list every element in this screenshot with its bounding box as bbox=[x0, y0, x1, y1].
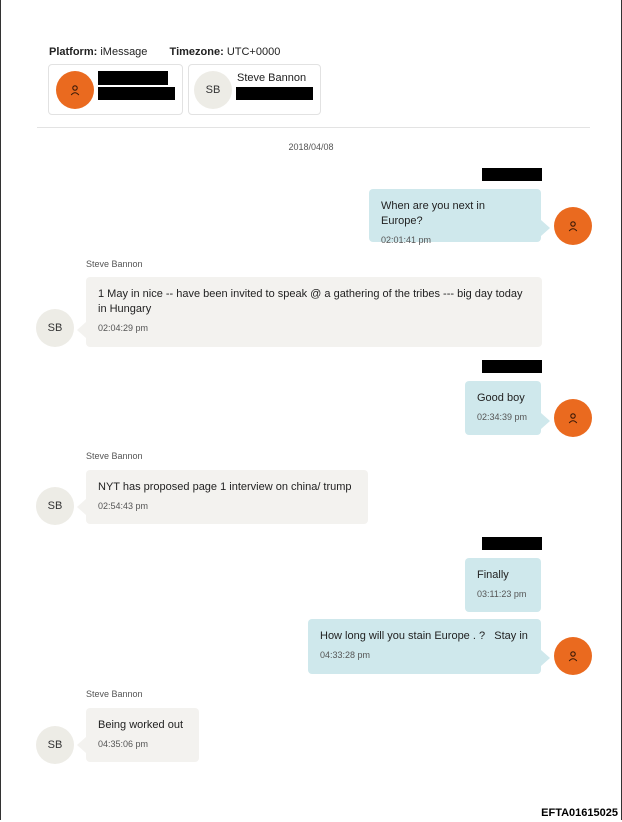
sender-name: Steve Bannon bbox=[86, 451, 143, 461]
message-timestamp: 02:01:41 pm bbox=[381, 235, 432, 245]
user-avatar bbox=[554, 399, 592, 437]
document-id: EFTA01615025 bbox=[541, 807, 618, 819]
message-text: When are you next in Europe? bbox=[381, 200, 485, 227]
message-bubble-outgoing: When are you next in Europe? 02:01:41 pm bbox=[369, 189, 541, 245]
platform-label: Platform: bbox=[49, 46, 98, 58]
divider bbox=[37, 127, 590, 128]
message-bubble-outgoing: How long will you stain Europe . ? Stay … bbox=[308, 619, 541, 674]
message-timestamp: 02:04:29 pm bbox=[98, 323, 149, 333]
redaction-bar bbox=[98, 71, 168, 85]
person-icon bbox=[567, 220, 579, 232]
participant-avatar-user bbox=[56, 71, 94, 109]
message-bubble-outgoing: Finally 03:11:23 pm bbox=[465, 558, 541, 612]
conversation-meta: Platform: iMessage Timezone: UTC+0000 bbox=[49, 46, 280, 58]
message-bubble-outgoing: Good boy 02:34:39 pm bbox=[465, 381, 541, 435]
person-icon bbox=[69, 84, 81, 96]
redacted-sender-name bbox=[482, 168, 542, 181]
message-bubble-incoming: 1 May in nice -- have been invited to sp… bbox=[86, 277, 542, 347]
participant-avatar-sb: SB bbox=[194, 71, 232, 109]
participant-card-steve-bannon: SB Steve Bannon bbox=[188, 64, 321, 115]
message-timestamp: 04:33:28 pm bbox=[320, 650, 371, 660]
redaction-bar bbox=[98, 87, 175, 100]
redaction-bar bbox=[236, 87, 313, 100]
sender-name: Steve Bannon bbox=[86, 259, 143, 269]
message-text: How long will you stain Europe . ? Stay … bbox=[320, 630, 528, 642]
message-text: Being worked out bbox=[98, 719, 183, 731]
person-icon bbox=[567, 412, 579, 424]
message-timestamp: 04:35:06 pm bbox=[98, 739, 149, 749]
message-bubble-incoming: NYT has proposed page 1 interview on chi… bbox=[86, 470, 368, 524]
contact-avatar-sb: SB bbox=[36, 487, 74, 525]
message-timestamp: 03:11:23 pm bbox=[477, 589, 527, 599]
message-timestamp: 02:54:43 pm bbox=[98, 501, 149, 511]
contact-avatar-sb: SB bbox=[36, 309, 74, 347]
contact-avatar-sb: SB bbox=[36, 726, 74, 764]
user-avatar bbox=[554, 207, 592, 245]
message-timestamp: 02:34:39 pm bbox=[477, 412, 528, 422]
participant-name: Steve Bannon bbox=[237, 72, 307, 84]
person-icon bbox=[567, 650, 579, 662]
message-text: Good boy bbox=[477, 392, 525, 404]
redacted-sender-name bbox=[482, 537, 542, 550]
timezone-label: Timezone: bbox=[169, 46, 224, 58]
message-text: 1 May in nice -- have been invited to sp… bbox=[98, 288, 523, 315]
platform-value: iMessage bbox=[100, 46, 148, 58]
message-bubble-incoming: Being worked out 04:35:06 pm bbox=[86, 708, 199, 762]
user-avatar bbox=[554, 637, 592, 675]
sender-name: Steve Bannon bbox=[86, 689, 143, 699]
timezone-value: UTC+0000 bbox=[226, 46, 281, 58]
date-divider: 2018/04/08 bbox=[288, 142, 334, 152]
message-text: NYT has proposed page 1 interview on chi… bbox=[98, 481, 352, 493]
redacted-sender-name bbox=[482, 360, 542, 373]
participant-card-user bbox=[48, 64, 183, 115]
message-text: Finally bbox=[477, 569, 509, 581]
